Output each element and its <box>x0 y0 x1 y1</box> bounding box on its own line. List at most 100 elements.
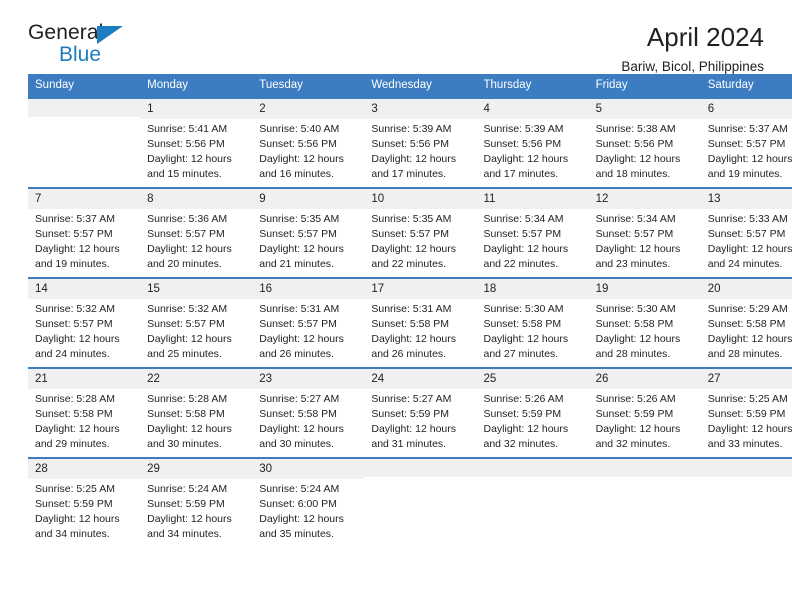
day-daylight2-text: and 20 minutes. <box>147 257 222 270</box>
calendar-cell-day[interactable]: 15 Sunrise: 5:32 AM Sunset: 5:57 PM Dayligh… <box>140 277 253 368</box>
calendar-cell-day[interactable]: 1 Sunrise: 5:41 AM Sunset: 5:56 PM Daylight… <box>140 97 253 188</box>
calendar-cell-day[interactable]: 21 Sunrise: 5:28 AM Sunset: 5:58 PM Dayligh… <box>28 367 141 458</box>
calendar-cell-day[interactable]: 18 Sunrise: 5:30 AM Sunset: 5:58 PM Dayligh… <box>476 277 589 368</box>
weekday-header-monday: Monday <box>140 74 253 98</box>
day-daylight2-text: and 23 minutes. <box>595 257 671 270</box>
day-details: Sunrise: 5:32 AM Sunset: 5:57 PM Daylight:… <box>28 299 140 362</box>
day-sunset-text: Sunset: 5:58 PM <box>707 317 786 330</box>
calendar-cell-day[interactable]: 8 Sunrise: 5:36 AM Sunset: 5:57 PM Daylight… <box>140 187 253 278</box>
day-daylight2-text: and 24 minutes. <box>35 347 110 360</box>
calendar-cell-day[interactable]: 30 Sunrise: 5:24 AM Sunset: 6:00 PM Dayligh… <box>252 457 365 547</box>
day-number: 18 <box>476 279 589 300</box>
day-sunrise-text: Sunrise: 5:38 AM <box>595 123 676 136</box>
calendar-cell-day[interactable]: 13 Sunrise: 5:33 AM Sunset: 5:57 PM Dayligh… <box>700 187 792 278</box>
day-sunrise-text: Sunrise: 5:27 AM <box>371 393 452 406</box>
day-number: 24 <box>364 369 477 390</box>
day-details: Sunrise: 5:34 AM Sunset: 5:57 PM Daylight:… <box>477 209 589 272</box>
calendar-cell-day[interactable]: 23 Sunrise: 5:27 AM Sunset: 5:58 PM Dayligh… <box>252 367 365 458</box>
day-details: Sunrise: 5:31 AM Sunset: 5:58 PM Daylight:… <box>364 299 476 362</box>
day-daylight1-text: Daylight: 12 hours <box>595 242 681 255</box>
day-daylight1-text: Daylight: 12 hours <box>259 422 344 435</box>
day-daylight1-text: Daylight: 12 hours <box>371 242 457 255</box>
day-daylight1-text: Daylight: 12 hours <box>259 332 344 345</box>
day-number: 27 <box>700 369 792 390</box>
day-number: 6 <box>700 99 792 120</box>
calendar-cell-empty <box>476 457 589 547</box>
day-daylight1-text: Daylight: 12 hours <box>371 152 457 165</box>
calendar-cell-day[interactable]: 2 Sunrise: 5:40 AM Sunset: 5:56 PM Daylight… <box>252 97 365 188</box>
calendar-cell-day[interactable]: 11 Sunrise: 5:34 AM Sunset: 5:57 PM Dayligh… <box>476 187 589 278</box>
calendar-cell-day[interactable]: 6 Sunrise: 5:37 AM Sunset: 5:57 PM Daylight… <box>700 97 792 188</box>
weekday-header-sunday: Sunday <box>28 74 141 98</box>
day-details: Sunrise: 5:24 AM Sunset: 6:00 PM Daylight:… <box>252 479 364 542</box>
day-sunrise-text: Sunrise: 5:34 AM <box>595 213 676 226</box>
calendar-cell-day[interactable]: 25 Sunrise: 5:26 AM Sunset: 5:59 PM Dayligh… <box>476 367 589 458</box>
calendar-cell-day[interactable]: 19 Sunrise: 5:30 AM Sunset: 5:58 PM Dayligh… <box>588 277 701 368</box>
day-sunset-text: Sunset: 5:57 PM <box>707 227 786 240</box>
day-sunset-text: Sunset: 5:59 PM <box>595 407 674 420</box>
calendar-cell-day[interactable]: 16 Sunrise: 5:31 AM Sunset: 5:57 PM Dayligh… <box>252 277 365 368</box>
day-daylight2-text: and 26 minutes. <box>259 347 334 360</box>
day-daylight1-text: Daylight: 12 hours <box>483 332 569 345</box>
calendar-cell-day[interactable]: 24 Sunrise: 5:27 AM Sunset: 5:59 PM Dayligh… <box>364 367 477 458</box>
day-sunset-text: Sunset: 5:58 PM <box>483 317 562 330</box>
day-daylight2-text: and 34 minutes. <box>147 527 222 540</box>
day-daylight1-text: Daylight: 12 hours <box>483 242 569 255</box>
calendar-cell-day[interactable]: 4 Sunrise: 5:39 AM Sunset: 5:56 PM Daylight… <box>476 97 589 188</box>
day-number: 21 <box>28 369 141 390</box>
brand-logo[interactable]: General Blue <box>28 22 148 74</box>
day-details: Sunrise: 5:28 AM Sunset: 5:58 PM Daylight:… <box>28 389 140 452</box>
calendar-cell-day[interactable]: 3 Sunrise: 5:39 AM Sunset: 5:56 PM Daylight… <box>364 97 477 188</box>
day-sunset-text: Sunset: 5:56 PM <box>595 137 674 150</box>
day-number: 9 <box>252 189 365 210</box>
day-daylight2-text: and 30 minutes. <box>259 437 334 450</box>
day-number: 26 <box>588 369 701 390</box>
calendar-cell-day[interactable]: 26 Sunrise: 5:26 AM Sunset: 5:59 PM Dayligh… <box>588 367 701 458</box>
calendar-cell-day[interactable]: 28 Sunrise: 5:25 AM Sunset: 5:59 PM Dayligh… <box>28 457 141 547</box>
day-daylight1-text: Daylight: 12 hours <box>35 512 120 525</box>
day-daylight1-text: Daylight: 12 hours <box>259 152 344 165</box>
calendar-cell-day[interactable]: 22 Sunrise: 5:28 AM Sunset: 5:58 PM Dayligh… <box>140 367 253 458</box>
day-daylight1-text: Daylight: 12 hours <box>259 512 344 525</box>
day-sunset-text: Sunset: 5:58 PM <box>35 407 113 420</box>
calendar-cell-day[interactable]: 12 Sunrise: 5:34 AM Sunset: 5:57 PM Dayligh… <box>588 187 701 278</box>
day-sunrise-text: Sunrise: 5:39 AM <box>371 123 452 136</box>
day-details: Sunrise: 5:31 AM Sunset: 5:57 PM Daylight:… <box>252 299 364 362</box>
day-sunrise-text: Sunrise: 5:37 AM <box>707 123 788 136</box>
day-details: Sunrise: 5:35 AM Sunset: 5:57 PM Daylight:… <box>252 209 364 272</box>
day-details: Sunrise: 5:41 AM Sunset: 5:56 PM Daylight:… <box>140 119 252 182</box>
day-sunset-text: Sunset: 5:56 PM <box>483 137 562 150</box>
calendar-cell-day[interactable]: 29 Sunrise: 5:24 AM Sunset: 5:59 PM Dayligh… <box>140 457 253 547</box>
day-number: 3 <box>364 99 477 120</box>
day-daylight2-text: and 32 minutes. <box>595 437 671 450</box>
day-sunset-text: Sunset: 5:57 PM <box>147 227 225 240</box>
calendar-cell-day[interactable]: 7 Sunrise: 5:37 AM Sunset: 5:57 PM Daylight… <box>28 187 141 278</box>
calendar-cell-day[interactable]: 17 Sunrise: 5:31 AM Sunset: 5:58 PM Dayligh… <box>364 277 477 368</box>
day-daylight1-text: Daylight: 12 hours <box>707 152 792 165</box>
day-sunrise-text: Sunrise: 5:28 AM <box>147 393 228 406</box>
day-daylight2-text: and 19 minutes. <box>707 167 783 180</box>
day-daylight2-text: and 31 minutes. <box>371 437 447 450</box>
calendar-cell-day[interactable]: 5 Sunrise: 5:38 AM Sunset: 5:56 PM Daylight… <box>588 97 701 188</box>
day-details: Sunrise: 5:33 AM Sunset: 5:57 PM Daylight:… <box>701 209 792 272</box>
weekday-header-thursday: Thursday <box>476 74 589 98</box>
day-number: 13 <box>700 189 792 210</box>
day-daylight1-text: Daylight: 12 hours <box>147 512 232 525</box>
day-sunset-text: Sunset: 5:58 PM <box>371 317 450 330</box>
day-sunset-text: Sunset: 5:58 PM <box>259 407 337 420</box>
day-daylight2-text: and 16 minutes. <box>259 167 334 180</box>
calendar-cell-day[interactable]: 20 Sunrise: 5:29 AM Sunset: 5:58 PM Dayligh… <box>700 277 792 368</box>
calendar-cell-day[interactable]: 9 Sunrise: 5:35 AM Sunset: 5:57 PM Daylight… <box>252 187 365 278</box>
calendar-cell-day[interactable]: 10 Sunrise: 5:35 AM Sunset: 5:57 PM Dayligh… <box>364 187 477 278</box>
calendar-cell-day[interactable]: 27 Sunrise: 5:25 AM Sunset: 5:59 PM Dayligh… <box>700 367 792 458</box>
day-daylight2-text: and 34 minutes. <box>35 527 110 540</box>
calendar-cell-day[interactable]: 14 Sunrise: 5:32 AM Sunset: 5:57 PM Dayligh… <box>28 277 141 368</box>
page-title: April 2024 <box>646 22 764 52</box>
day-daylight1-text: Daylight: 12 hours <box>483 152 569 165</box>
day-details: Sunrise: 5:28 AM Sunset: 5:58 PM Daylight:… <box>140 389 252 452</box>
calendar-body: 1 Sunrise: 5:41 AM Sunset: 5:56 PM Daylight… <box>28 97 792 547</box>
day-daylight2-text: and 18 minutes. <box>595 167 671 180</box>
day-number: 20 <box>700 279 792 300</box>
calendar-week-row: 21 Sunrise: 5:28 AM Sunset: 5:58 PM Dayligh… <box>28 367 792 458</box>
day-sunrise-text: Sunrise: 5:26 AM <box>595 393 676 406</box>
